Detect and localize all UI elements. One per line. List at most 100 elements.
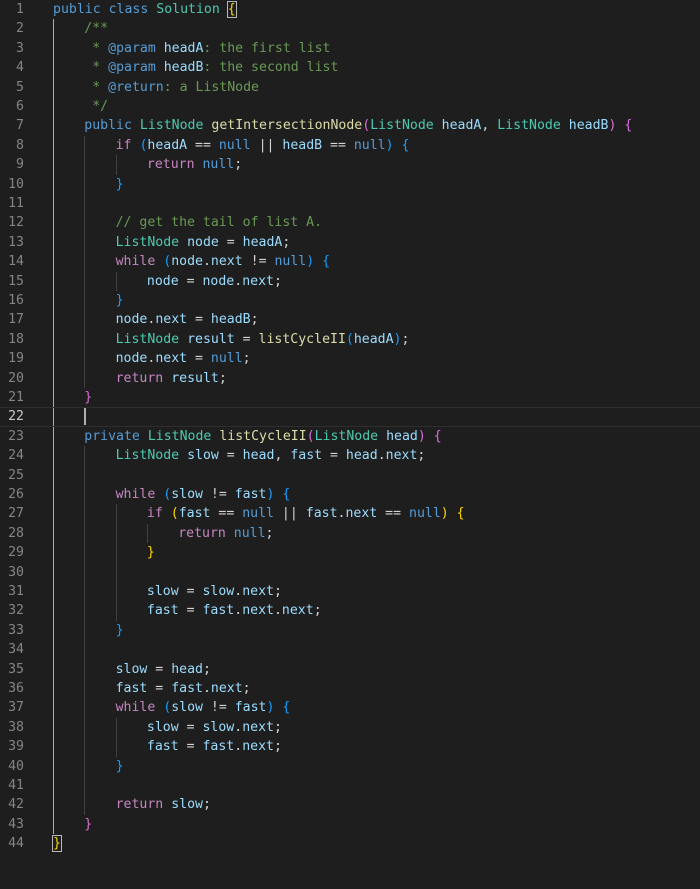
code-token: while [115, 700, 156, 716]
code-line[interactable]: 10} [0, 175, 700, 194]
code-line[interactable]: 17 node.next = headB; [0, 310, 700, 329]
line-code: if (fast == null || fast.next == null) { [147, 504, 465, 523]
code-line[interactable]: 23 private ListNode listCycleII(ListNode … [0, 427, 700, 446]
line-code: while (node.next != null) { [116, 252, 330, 271]
line-number: 4 [16, 60, 24, 76]
code-line[interactable]: 34 [0, 640, 700, 659]
code-line[interactable]: 12 // get the tail of list A. [0, 213, 700, 232]
code-editor[interactable]: 1 public class Solution { 2 /** 3 * @param h… [0, 0, 700, 889]
line-code: return result; [116, 369, 227, 388]
code-line[interactable]: 30 [0, 563, 700, 582]
code-line[interactable]: 3 * @param headA: the first list [0, 39, 700, 58]
code-token: ) [385, 137, 394, 153]
code-line[interactable]: 35 slow = head; [0, 660, 700, 679]
line-number: 22 [8, 409, 24, 425]
code-token: = [187, 312, 211, 328]
code-token: null [353, 137, 386, 153]
code-line[interactable]: 33} [0, 621, 700, 640]
code-line[interactable]: 9 return null; [0, 155, 700, 174]
code-line[interactable]: 29} [0, 543, 700, 562]
line-number: 27 [8, 506, 24, 522]
code-token: next [345, 506, 378, 522]
line-code: node.next = null; [116, 349, 251, 368]
code-token: ; [218, 370, 227, 386]
code-token: } [115, 176, 124, 192]
code-line[interactable]: 15 node = node.next; [0, 272, 700, 291]
code-token: = [218, 448, 243, 464]
code-line[interactable]: 8 if (headA == null || headB == null) { [0, 136, 700, 155]
code-line[interactable]: 44} [0, 834, 700, 853]
code-line[interactable]: 5 * @return: a ListNode [0, 78, 700, 97]
code-token: { [401, 137, 410, 153]
code-line[interactable]: 36 fast = fast.next; [0, 679, 700, 698]
code-line[interactable]: 7 public ListNode getIntersectionNode(Lis… [0, 116, 700, 135]
line-code: node.next = headB; [116, 310, 259, 329]
code-line[interactable]: 14 while (node.next != null) { [0, 252, 700, 271]
code-line[interactable]: 38 slow = slow.next; [0, 718, 700, 737]
code-line[interactable]: 27 if (fast == null || fast.next == null)… [0, 504, 700, 523]
code-line[interactable]: 43} [0, 815, 700, 834]
line-code: } [116, 291, 124, 310]
code-token: ( [163, 254, 172, 270]
code-token: ListNode [147, 428, 212, 444]
code-line[interactable]: 20 return result; [0, 369, 700, 388]
line-number: 2 [16, 21, 24, 37]
code-token: ; [273, 719, 282, 735]
line-number: 20 [8, 370, 24, 386]
code-token: . [377, 448, 386, 464]
code-token: = [178, 584, 203, 599]
code-token: result [187, 331, 235, 347]
code-line[interactable]: 25 [0, 466, 700, 485]
line-code: } [116, 175, 124, 194]
code-line[interactable]: 21} [0, 388, 700, 407]
code-line[interactable]: 1 public class Solution { [0, 0, 700, 19]
code-token: fast [202, 603, 235, 619]
code-token: getIntersectionNode [211, 118, 363, 134]
code-token: node [171, 254, 203, 270]
code-token: ; [313, 603, 322, 619]
code-token: next [242, 273, 274, 289]
code-line[interactable]: 16} [0, 291, 700, 310]
code-line[interactable]: 22 [0, 407, 700, 427]
line-number: 1 [16, 2, 24, 17]
code-token: . [273, 603, 282, 619]
code-line[interactable]: 32 fast = fast.next.next; [0, 601, 700, 620]
code-line[interactable]: 2 /** [0, 19, 700, 38]
code-line[interactable]: 24 ListNode slow = head, fast = head.next… [0, 446, 700, 465]
code-line[interactable]: 19 node.next = null; [0, 349, 700, 368]
code-token: == [187, 137, 219, 153]
code-token: slow [171, 797, 203, 813]
line-number: 15 [8, 273, 24, 289]
code-line[interactable]: 11 [0, 194, 700, 213]
code-line[interactable]: 40} [0, 757, 700, 776]
code-token: fast [234, 700, 267, 716]
code-line[interactable]: 39 fast = fast.next; [0, 737, 700, 756]
line-code: ListNode result = listCycleII(headA); [116, 330, 410, 349]
code-line[interactable]: 41 [0, 776, 700, 795]
line-number: 44 [8, 836, 24, 852]
line-number: 29 [8, 545, 24, 561]
code-token: ; [265, 525, 274, 541]
line-number: 31 [8, 584, 24, 599]
code-line[interactable]: 26 while (slow != fast) { [0, 485, 700, 504]
code-token: /** [84, 21, 109, 37]
code-line[interactable]: 37 while (slow != fast) { [0, 698, 700, 717]
line-code: if (headA == null || headB == null) { [116, 136, 410, 155]
code-line[interactable]: 6 */ [0, 97, 700, 116]
code-line[interactable]: 4 * @param headB: the second list [0, 58, 700, 77]
code-token: ListNode [115, 448, 180, 464]
code-line[interactable]: 13 ListNode node = headA; [0, 233, 700, 252]
line-code: * @param headB: the second list [84, 58, 338, 77]
code-line[interactable]: 31 slow = slow.next; [0, 582, 700, 601]
code-line[interactable]: 42 return slow; [0, 795, 700, 814]
code-line[interactable]: 18 ListNode result = listCycleII(headA); [0, 330, 700, 349]
code-token: return [115, 797, 164, 813]
code-token: . [234, 603, 243, 619]
code-token: { [624, 118, 633, 134]
code-token: private [84, 428, 140, 444]
code-line[interactable]: 28 return null; [0, 524, 700, 543]
